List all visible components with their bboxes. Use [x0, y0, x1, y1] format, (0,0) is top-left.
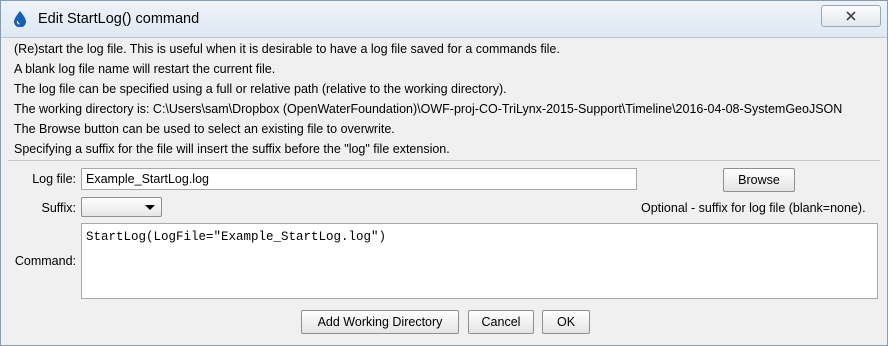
- info-line: (Re)start the log file. This is useful w…: [14, 42, 560, 56]
- add-working-directory-button[interactable]: Add Working Directory: [301, 310, 459, 334]
- add-working-directory-label: Add Working Directory: [317, 315, 443, 329]
- log-file-input[interactable]: Example_StartLog.log: [81, 168, 637, 190]
- water-drop-icon: [14, 11, 26, 27]
- close-icon: [846, 11, 856, 21]
- window-title: Edit StartLog() command: [38, 11, 200, 27]
- log-file-label: Log file:: [32, 172, 76, 186]
- suffix-label: Suffix:: [41, 201, 76, 215]
- dialog-window: Edit StartLog() command (Re)start the lo…: [0, 0, 888, 346]
- command-textarea[interactable]: StartLog(LogFile="Example_StartLog.log"): [81, 223, 878, 299]
- suffix-dropdown[interactable]: [81, 197, 162, 217]
- close-button[interactable]: [821, 5, 881, 27]
- info-line: The Browse button can be used to select …: [14, 122, 395, 136]
- cancel-button[interactable]: Cancel: [468, 310, 534, 334]
- cancel-label: Cancel: [481, 315, 521, 329]
- info-line: Specifying a suffix for the file will in…: [14, 142, 450, 156]
- dialog-content: (Re)start the log file. This is useful w…: [1, 38, 887, 345]
- ok-button[interactable]: OK: [542, 310, 590, 334]
- chevron-down-icon: [145, 205, 155, 210]
- browse-label: Browse: [738, 173, 780, 187]
- info-line: A blank log file name will restart the c…: [14, 62, 276, 76]
- browse-button[interactable]: Browse: [723, 168, 795, 192]
- divider: [8, 160, 880, 161]
- info-line: The working directory is: C:\Users\sam\D…: [14, 102, 843, 116]
- title-bar[interactable]: Edit StartLog() command: [1, 1, 887, 38]
- suffix-note: Optional - suffix for log file (blank=no…: [641, 201, 866, 215]
- command-label: Command:: [14, 254, 76, 268]
- ok-label: OK: [556, 315, 576, 329]
- info-line: The log file can be specified using a fu…: [14, 82, 507, 96]
